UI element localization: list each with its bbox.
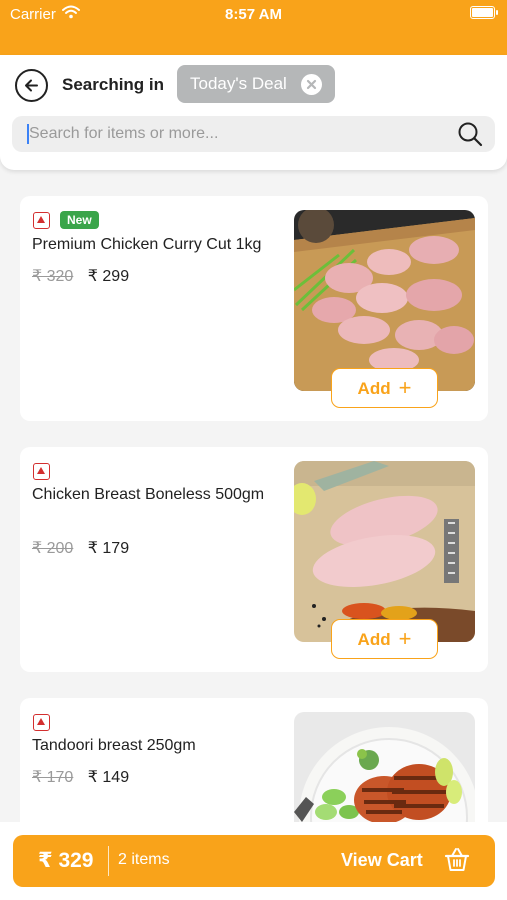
searching-in-label: Searching in — [62, 75, 165, 94]
add-button[interactable]: Add + — [331, 619, 438, 659]
non-veg-icon — [33, 463, 50, 480]
search-input[interactable] — [29, 116, 449, 152]
new-badge: New — [60, 211, 99, 229]
sale-price: ₹ 299 — [87, 268, 130, 285]
close-icon[interactable] — [301, 74, 322, 95]
basket-icon[interactable] — [444, 847, 470, 878]
cart-total: ₹ 329 — [38, 849, 94, 872]
price-row: ₹ 200 ₹ 179 — [32, 538, 129, 558]
price-row: ₹ 170 ₹ 149 — [32, 767, 129, 787]
original-price: ₹ 200 — [32, 540, 74, 557]
filter-chip-label: Today's Deal — [190, 74, 287, 93]
product-name: Premium Chicken Curry Cut 1kg — [32, 236, 262, 253]
back-arrow-icon — [25, 79, 38, 92]
product-card[interactable]: Chicken Breast Boneless 500gm ₹ 200 ₹ 17… — [20, 447, 488, 672]
product-image — [294, 210, 475, 391]
product-image — [294, 712, 475, 822]
clock: 8:57 AM — [225, 6, 282, 23]
product-card[interactable]: New Premium Chicken Curry Cut 1kg ₹ 320 … — [20, 196, 488, 421]
search-bar[interactable] — [12, 116, 495, 152]
original-price: ₹ 170 — [32, 769, 74, 786]
add-button[interactable]: Add + — [331, 368, 438, 408]
product-image — [294, 461, 475, 642]
search-icon[interactable] — [457, 121, 483, 152]
sale-price: ₹ 179 — [87, 540, 130, 557]
battery-icon — [470, 6, 498, 19]
product-name: Chicken Breast Boneless 500gm — [32, 486, 265, 503]
view-cart-button[interactable]: View Cart — [341, 850, 423, 871]
sale-price: ₹ 149 — [87, 769, 130, 786]
plus-icon: + — [398, 375, 412, 400]
plus-icon: + — [398, 626, 412, 651]
cart-divider — [108, 846, 109, 876]
product-name: Tandoori breast 250gm — [32, 737, 196, 754]
original-price: ₹ 320 — [32, 268, 74, 285]
non-veg-icon — [33, 212, 50, 229]
search-header: Searching in Today's Deal — [0, 55, 507, 170]
add-button-label: Add — [357, 379, 391, 398]
status-bar: Carrier 8:57 AM — [0, 0, 507, 55]
cart-item-count: 2 items — [118, 851, 170, 868]
view-cart-bar[interactable]: ₹ 329 2 items View Cart — [13, 835, 495, 887]
filter-chip-todays-deal[interactable]: Today's Deal — [177, 65, 335, 103]
price-row: ₹ 320 ₹ 299 — [32, 266, 129, 286]
product-card[interactable]: Tandoori breast 250gm ₹ 170 ₹ 149 — [20, 698, 488, 822]
non-veg-icon — [33, 714, 50, 731]
add-button-label: Add — [357, 630, 391, 649]
back-button[interactable] — [15, 69, 48, 102]
